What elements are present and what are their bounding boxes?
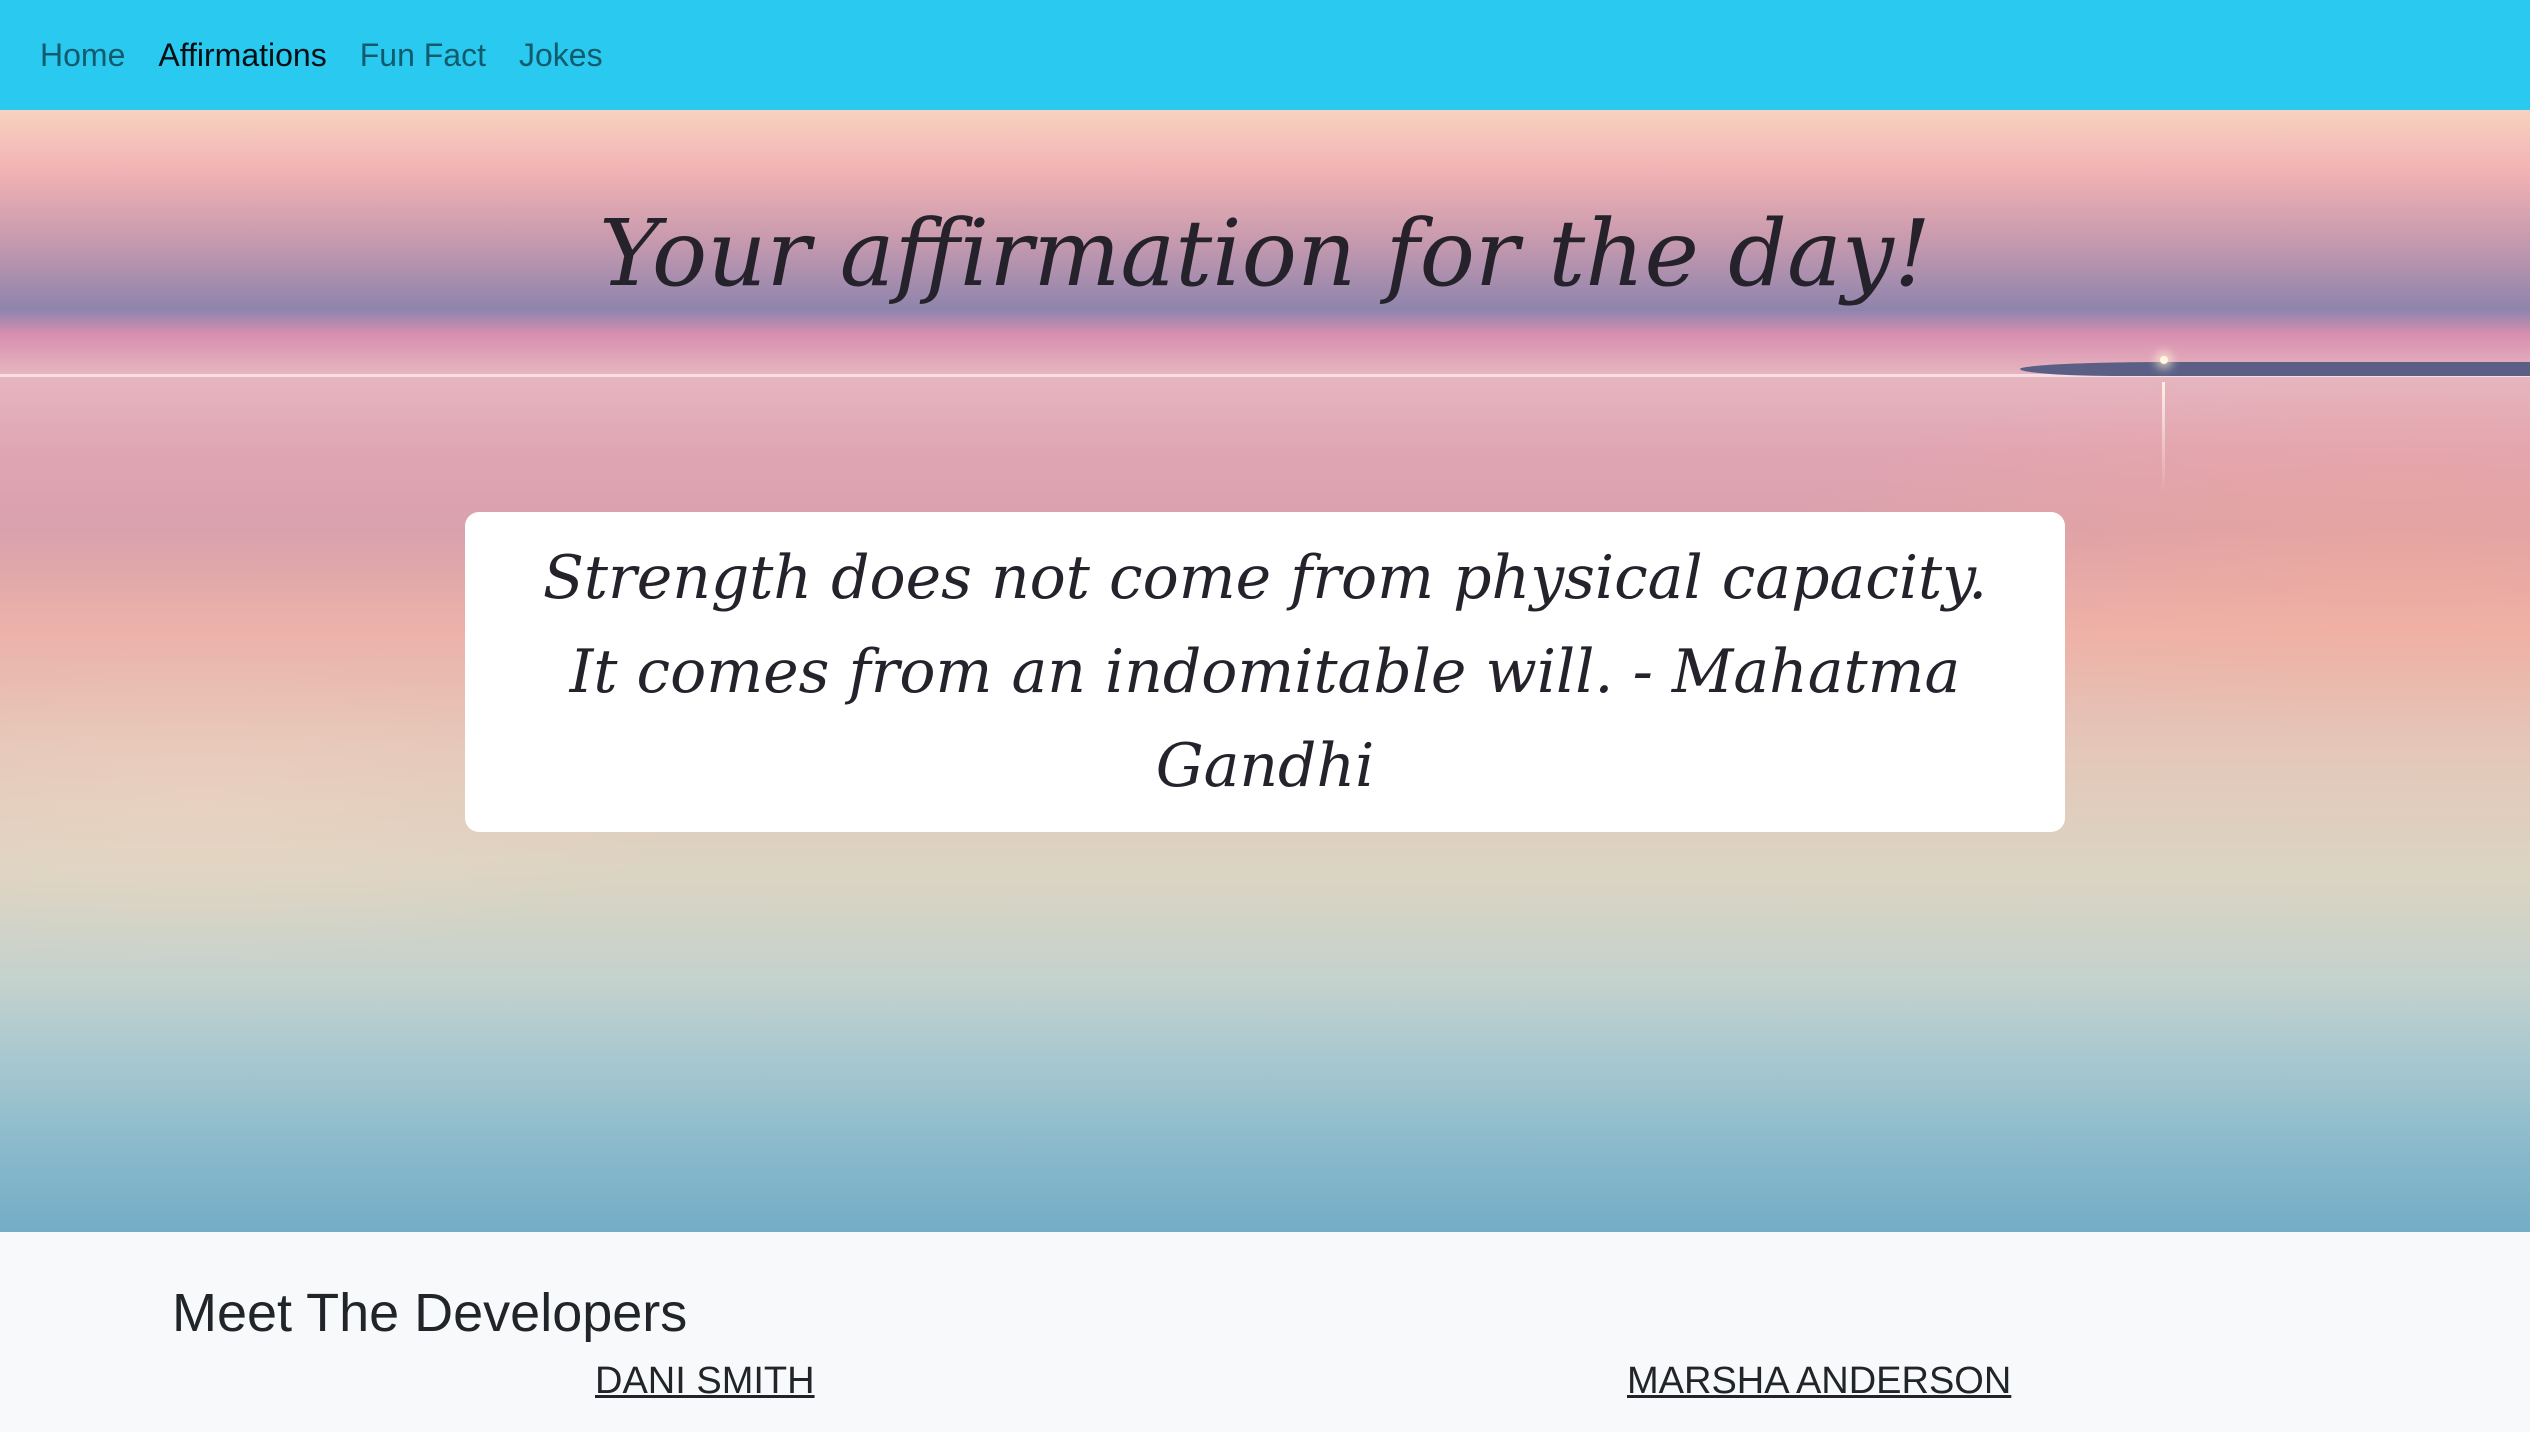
affirmation-quote: Strength does not come from physical cap… [542,543,1988,801]
page-title: Your affirmation for the day! [599,200,1931,307]
nav-link-fun-fact[interactable]: Fun Fact [360,37,486,74]
light-reflection [2162,382,2165,492]
nav-link-jokes[interactable]: Jokes [519,37,603,74]
developers-heading: Meet The Developers [172,1283,688,1343]
affirmation-card: Strength does not come from physical cap… [465,512,2065,832]
lighthouse-light [2160,356,2168,364]
nav-link-affirmations[interactable]: Affirmations [158,37,326,74]
distant-island [2020,362,2530,376]
hero-background: Your affirmation for the day! Strength d… [0,110,2530,1232]
top-navbar: Home Affirmations Fun Fact Jokes [0,0,2530,110]
developer-link-marsha-anderson[interactable]: MARSHA ANDERSON [1627,1360,2011,1403]
developers-section: Meet The Developers DANI SMITH MARSHA AN… [0,1232,2530,1432]
nav-link-home[interactable]: Home [40,37,125,74]
developer-link-dani-smith[interactable]: DANI SMITH [595,1360,815,1403]
